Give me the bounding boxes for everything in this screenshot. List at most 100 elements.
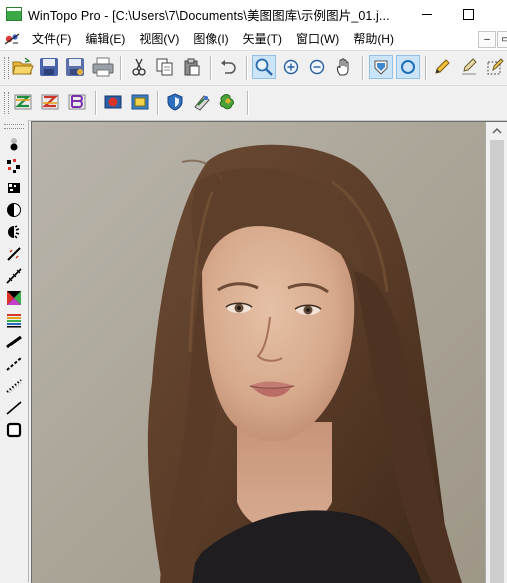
print-icon [92,57,114,77]
rectangle-tool-button[interactable] [4,420,24,440]
scrollbar-thumb[interactable] [490,140,504,583]
mdi-minimize-icon: – [484,34,490,45]
main-toolbar [0,50,507,86]
toolbar-separator [95,91,96,115]
copy-icon [156,58,173,76]
toolbar-separator [157,91,158,115]
half-contrast-tool-button[interactable] [4,200,24,220]
pencil-icon [435,59,450,74]
vertical-scrollbar[interactable] [486,122,507,583]
view-raster-button[interactable] [369,55,393,79]
menu-help[interactable]: 帮助(H) [346,28,401,50]
invert-tool-button[interactable] [4,222,24,242]
smooth-line-tool-button[interactable] [4,332,24,352]
convert-raster-3-button[interactable] [65,90,89,114]
toolbar-separator [246,56,247,80]
undo-icon [221,60,236,74]
georeference-icon [104,95,122,109]
minimize-button[interactable] [407,0,447,28]
menu-image[interactable]: 图像(I) [186,28,235,50]
line-extract-tool-button[interactable] [4,244,24,264]
toolbar-separator [210,56,211,80]
menu-view[interactable]: 视图(V) [132,28,186,50]
save-as-button[interactable] [63,55,87,79]
color-palette-tool-icon [7,291,21,305]
zoom-out-button[interactable] [305,55,329,79]
maximize-button[interactable] [448,0,488,28]
mdi-minimize-button[interactable]: – [478,31,496,48]
pan-button[interactable] [332,55,356,79]
view-vector-icon [401,60,415,74]
zoom-out-icon [309,59,325,75]
point-reduce-tool-button[interactable] [4,156,24,176]
menu-file[interactable]: 文件(F) [25,28,78,50]
line-trace-tool-button[interactable] [4,266,24,286]
raster-tools-toolbar [0,120,29,582]
threshold-tool-button[interactable] [4,134,24,154]
mdi-restore-button[interactable]: ▭ [497,31,507,48]
convert-raster-2-button[interactable] [38,90,62,114]
select-edit-icon [487,58,504,75]
convert-raster-1-button[interactable] [11,90,35,114]
convert-raster-3-icon [68,94,86,110]
zoom-tool-button[interactable] [252,55,276,79]
color-bands-tool-button[interactable] [4,310,24,330]
shield-icon [167,93,183,111]
dashed-line-tool-icon [6,357,22,371]
zoom-in-button[interactable] [279,55,303,79]
toolbar-grip[interactable] [4,57,9,79]
menu-bar: 文件(F) 编辑(E) 视图(V) 图像(I) 矢量(T) 窗口(W) 帮助(H… [0,28,507,50]
thin-line-tool-icon [6,401,22,415]
point-reduce-tool-icon [7,159,20,173]
secondary-toolbar [0,85,507,121]
layers-icon [194,95,210,111]
menu-edit[interactable]: 编辑(E) [78,28,132,50]
toolbar-grip[interactable] [4,124,24,129]
toolbar-separator [120,56,121,80]
dither-tool-icon [8,183,20,193]
paste-button[interactable] [180,55,204,79]
dotted-line-tool-button[interactable] [4,376,24,396]
color-palette-tool-button[interactable] [4,288,24,308]
dotted-line-tool-icon [6,379,22,394]
cut-button[interactable] [127,55,151,79]
dashed-line-tool-button[interactable] [4,354,24,374]
line-trace-tool-icon [6,268,22,284]
save-button[interactable] [37,55,61,79]
open-button[interactable] [11,55,35,79]
undo-button[interactable] [216,55,240,79]
threshold-tool-icon [10,138,18,151]
colorize-button[interactable] [216,90,240,114]
copy-button[interactable] [153,55,177,79]
minimize-icon [422,13,432,15]
menu-vector[interactable]: 矢量(T) [236,28,289,50]
shield-button[interactable] [163,90,187,114]
print-button[interactable] [91,55,115,79]
toolbar-separator [247,91,248,115]
color-bands-tool-icon [7,314,21,328]
mdi-restore-icon: ▭ [501,34,507,45]
thin-line-tool-button[interactable] [4,398,24,418]
dither-tool-button[interactable] [4,178,24,198]
pan-hand-icon [336,58,349,76]
convert-raster-1-icon [14,94,32,110]
document-icon[interactable] [3,31,21,47]
select-edit-button[interactable] [483,55,507,79]
window-title: WinTopo Pro - [C:\Users\7\Documents\美图图库… [28,8,390,23]
georeference-button[interactable] [101,90,125,114]
zoom-in-icon [283,59,299,75]
scroll-up-button[interactable] [486,122,507,139]
calibrate-button[interactable] [128,90,152,114]
menu-window[interactable]: 窗口(W) [289,28,346,50]
rectangle-tool-icon [6,422,22,438]
image-canvas[interactable] [31,121,507,583]
zoom-tool-icon [255,58,273,76]
title-bar: WinTopo Pro - [C:\Users\7\Documents\美图图库… [0,0,507,28]
layers-button[interactable] [190,90,214,114]
maximize-icon [462,8,474,20]
line-extract-tool-icon [7,247,21,261]
pencil-button[interactable] [430,55,454,79]
edit-pen-button[interactable] [457,55,481,79]
toolbar-grip[interactable] [4,92,9,114]
view-vector-button[interactable] [396,55,420,79]
